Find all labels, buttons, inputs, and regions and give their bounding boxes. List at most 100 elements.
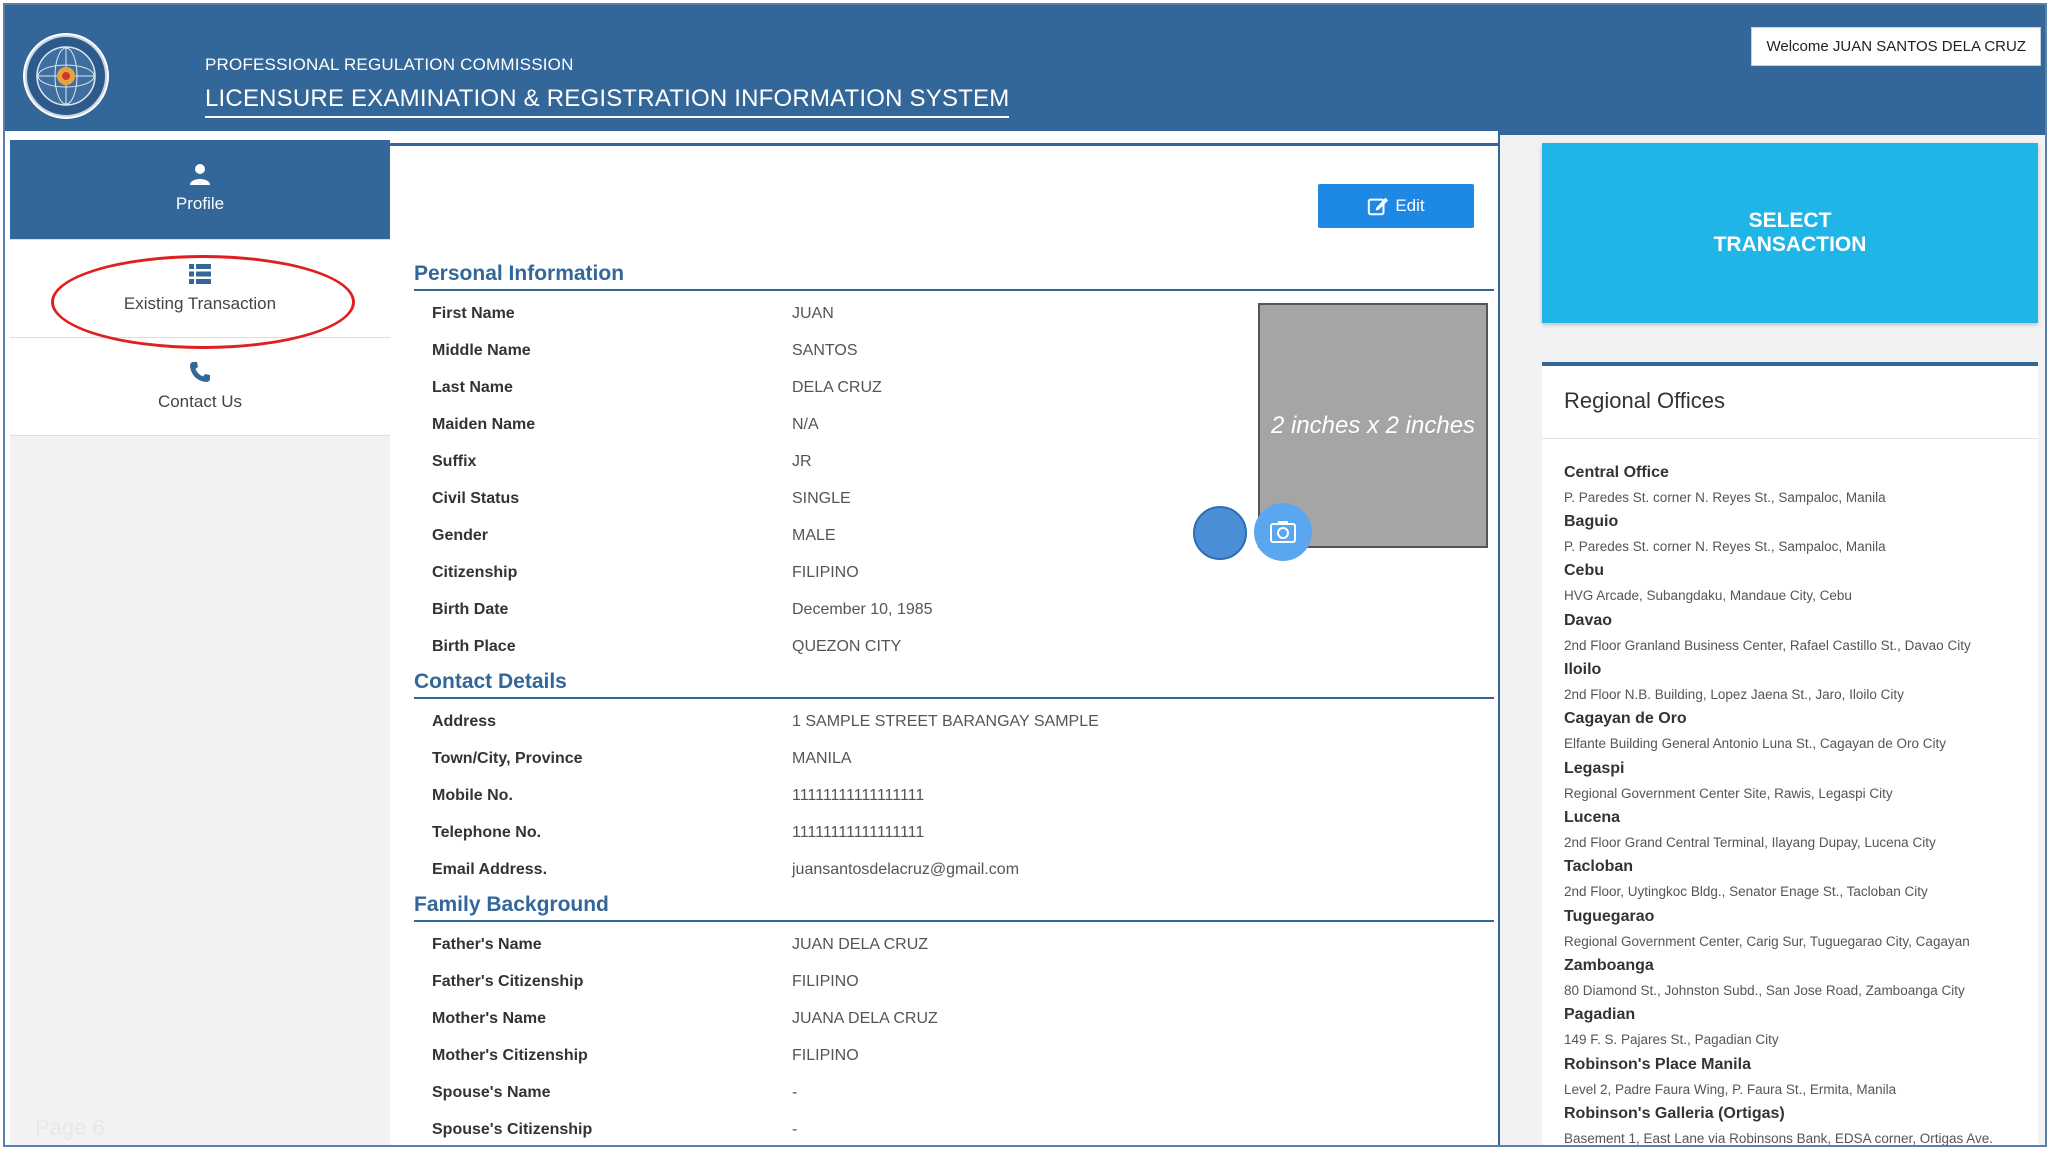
divider — [1542, 438, 2038, 439]
office-address: Level 2, Padre Faura Wing, P. Faura St.,… — [1564, 1082, 1897, 1097]
field-label: Birth Date — [432, 601, 509, 618]
field-label: Middle Name — [432, 342, 531, 359]
office-address: Basement 1, East Lane via Robinsons Bank… — [1564, 1131, 1993, 1146]
field-label: Telephone No. — [432, 824, 542, 841]
select-line-2: TRANSACTION — [1713, 233, 1867, 256]
welcome-badge: Welcome JUAN SANTOS DELA CRUZ — [1751, 27, 2041, 66]
office-name: Central Office — [1564, 464, 1669, 481]
camera-icon — [1270, 521, 1296, 543]
office-name: Zamboanga — [1564, 957, 1654, 974]
sidebar-item-label: Profile — [175, 194, 225, 213]
field-value: FILIPINO — [792, 564, 859, 581]
field-label: Mobile No. — [432, 787, 513, 804]
field-value: FILIPINO — [792, 1047, 859, 1064]
office-name: Pagadian — [1564, 1006, 1636, 1023]
office-address: 2nd Floor Granland Business Center, Rafa… — [1564, 638, 1971, 653]
office-name: Cagayan de Oro — [1564, 710, 1687, 727]
field-label: Gender — [432, 527, 489, 544]
section-contact-details: Contact Details — [414, 670, 1494, 699]
field-label: Suffix — [432, 453, 477, 470]
user-icon — [190, 164, 210, 185]
field-value: JUANA DELA CRUZ — [792, 1010, 938, 1027]
profile-panel: Edit 2 inches x 2 inches Personal Inform… — [390, 143, 1498, 1145]
org-name: PROFESSIONAL REGULATION COMMISSION — [205, 55, 574, 74]
office-name: Legaspi — [1564, 760, 1625, 777]
page-label: Page 6 — [35, 1115, 105, 1140]
office-address: 2nd Floor Grand Central Terminal, Ilayan… — [1564, 835, 1936, 850]
field-label: Mother's Citizenship — [432, 1047, 588, 1064]
photo-option-button[interactable] — [1193, 506, 1247, 560]
field-value: JUAN — [792, 305, 834, 322]
field-value: juansantosdelacruz@gmail.com — [792, 861, 1020, 878]
office-name: Baguio — [1564, 513, 1619, 530]
field-label: Maiden Name — [432, 416, 536, 433]
system-title: LICENSURE EXAMINATION & REGISTRATION INF… — [205, 85, 1010, 118]
select-line-1: SELECT — [1748, 209, 1832, 232]
prc-seal-logo — [23, 33, 109, 119]
field-label: First Name — [432, 305, 515, 322]
app-window: PROFESSIONAL REGULATION COMMISSION LICEN… — [3, 3, 2047, 1147]
field-label: Last Name — [432, 379, 513, 396]
field-label: Father's Citizenship — [432, 973, 584, 990]
field-value: - — [792, 1121, 798, 1138]
field-value: MANILA — [792, 750, 852, 767]
phone-icon — [190, 362, 210, 382]
field-value: MALE — [792, 527, 836, 544]
sidebar-item-label: Contact Us — [157, 392, 243, 411]
office-address: 2nd Floor, Uytingkoc Bldg., Senator Enag… — [1564, 884, 1928, 899]
office-name: Tacloban — [1564, 858, 1634, 875]
office-name: Robinson's Place Manila — [1564, 1056, 1751, 1073]
section-family-background: Family Background — [414, 893, 1494, 922]
regional-offices-title: Regional Offices — [1564, 388, 1726, 413]
field-label: Mother's Name — [432, 1010, 547, 1027]
field-value: JUAN DELA CRUZ — [792, 936, 929, 953]
office-name: Davao — [1564, 612, 1613, 629]
office-address: 149 F. S. Pajares St., Pagadian City — [1564, 1032, 1779, 1047]
field-label: Address — [432, 713, 497, 730]
photo-size-label: 2 inches x 2 inches — [1270, 411, 1476, 439]
header: PROFESSIONAL REGULATION COMMISSION LICEN… — [5, 5, 1498, 131]
office-address: 2nd Floor N.B. Building, Lopez Jaena St.… — [1564, 687, 1904, 702]
field-value: 1 SAMPLE STREET BARANGAY SAMPLE — [792, 713, 1099, 730]
field-label: Town/City, Province — [432, 750, 583, 767]
header-right: Welcome JUAN SANTOS DELA CRUZ — [1498, 5, 2045, 135]
office-name: Iloilo — [1564, 661, 1602, 678]
field-label: Citizenship — [432, 564, 518, 581]
regional-offices-card: Regional Offices Central Office P. Pared… — [1542, 362, 2038, 1146]
field-value: FILIPINO — [792, 973, 859, 990]
field-value: DELA CRUZ — [792, 379, 882, 396]
office-address: 80 Diamond St., Johnston Subd., San Jose… — [1564, 983, 1965, 998]
field-value: N/A — [792, 416, 819, 433]
field-label: Email Address. — [432, 861, 548, 878]
field-value: JR — [792, 453, 812, 470]
right-panel: SELECT TRANSACTION Regional Offices Cent… — [1498, 135, 2045, 1146]
field-value: QUEZON CITY — [792, 638, 902, 655]
field-value: December 10, 1985 — [792, 601, 933, 618]
field-label: Spouse's Citizenship — [432, 1121, 593, 1138]
highlight-annotation — [51, 255, 355, 349]
edit-button[interactable]: Edit — [1318, 184, 1474, 228]
field-label: Father's Name — [432, 936, 542, 953]
edit-icon — [1368, 197, 1389, 216]
field-value: SINGLE — [792, 490, 851, 507]
office-address: Regional Government Center, Carig Sur, T… — [1564, 934, 1970, 949]
office-name: Robinson's Galleria (Ortigas) — [1564, 1105, 1785, 1122]
office-name: Lucena — [1564, 809, 1621, 826]
field-value: 11111111111111111 — [792, 787, 925, 804]
sidebar-item-contact-us[interactable]: Contact Us — [10, 338, 390, 436]
field-value: SANTOS — [792, 342, 858, 359]
field-label: Civil Status — [432, 490, 520, 507]
select-transaction-button[interactable]: SELECT TRANSACTION — [1542, 143, 2038, 323]
field-value: 11111111111111111 — [792, 824, 925, 841]
office-name: Cebu — [1564, 562, 1604, 579]
section-personal-information: Personal Information — [414, 262, 1494, 291]
field-label: Birth Place — [432, 638, 516, 655]
office-address: Elfante Building General Antonio Luna St… — [1564, 736, 1946, 751]
field-value: - — [792, 1084, 798, 1101]
upload-photo-button[interactable] — [1254, 503, 1312, 561]
office-address: Regional Government Center Site, Rawis, … — [1564, 786, 1893, 801]
edit-label: Edit — [1395, 196, 1425, 215]
sidebar-item-profile[interactable]: Profile — [10, 140, 402, 240]
office-address: P. Paredes St. corner N. Reyes St., Samp… — [1564, 539, 1886, 554]
office-address: HVG Arcade, Subangdaku, Mandaue City, Ce… — [1564, 588, 1852, 603]
